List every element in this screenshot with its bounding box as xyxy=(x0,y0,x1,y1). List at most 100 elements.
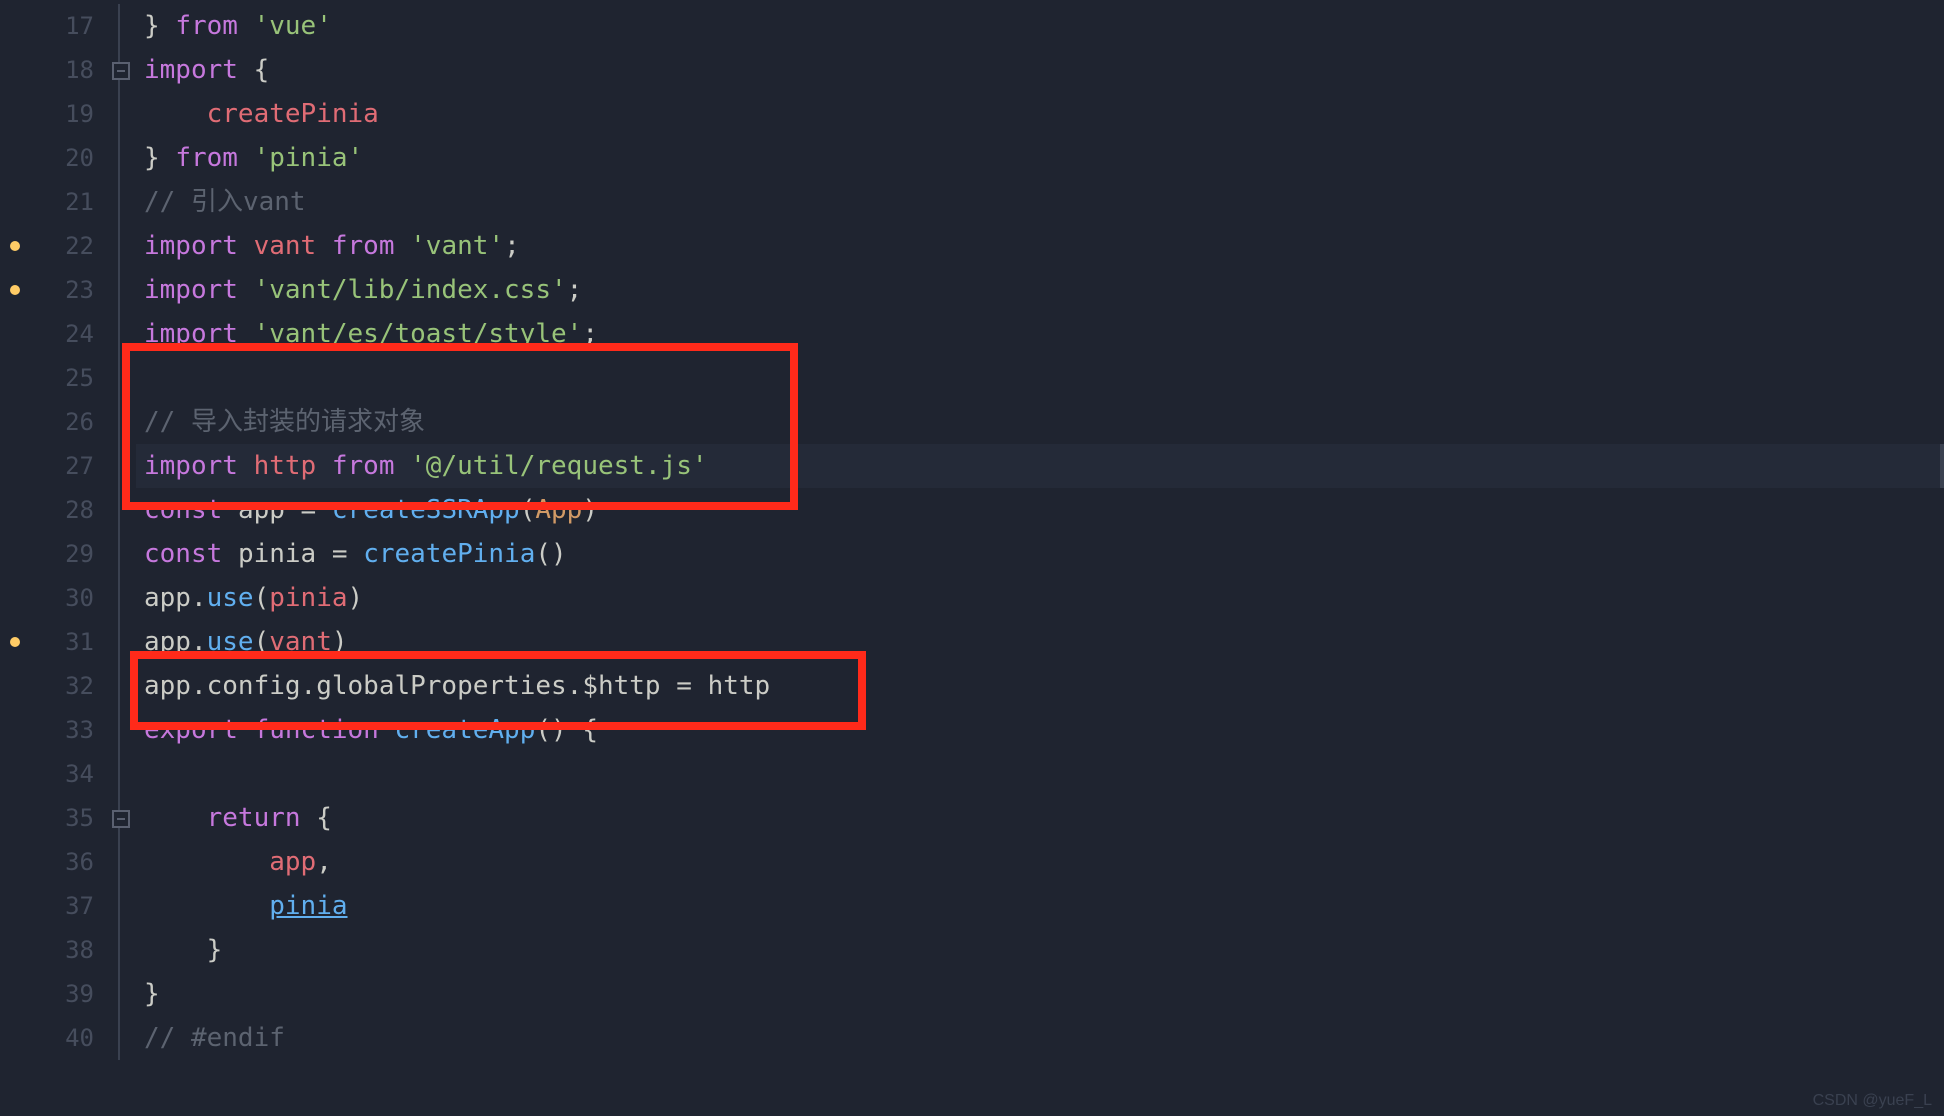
code-token: $http xyxy=(582,671,660,701)
watermark: CSDN @yueF_L xyxy=(1813,1092,1932,1110)
code-line[interactable]: app.use(pinia) xyxy=(136,576,1944,620)
code-line[interactable] xyxy=(136,752,1944,796)
code-line[interactable]: app, xyxy=(136,840,1944,884)
code-token xyxy=(238,143,254,173)
code-token xyxy=(238,231,254,261)
fold-cell xyxy=(112,1016,136,1060)
code-line[interactable]: // #endif xyxy=(136,1016,1944,1060)
line-number: 30 xyxy=(32,576,112,620)
fold-cell xyxy=(112,488,136,532)
code-token xyxy=(238,275,254,305)
code-line[interactable]: const pinia = createPinia() xyxy=(136,532,1944,576)
code-line[interactable]: return { xyxy=(136,796,1944,840)
code-token: . xyxy=(191,671,207,701)
code-token: () { xyxy=(535,715,598,745)
code-line[interactable]: } xyxy=(136,928,1944,972)
code-line[interactable]: import http from '@/util/request.js' xyxy=(136,444,1944,488)
code-token: // #endif xyxy=(144,1023,285,1053)
code-line[interactable]: import 'vant/lib/index.css'; xyxy=(136,268,1944,312)
code-token: pinia xyxy=(238,539,316,569)
code-token: createPinia xyxy=(207,99,379,129)
code-token xyxy=(316,231,332,261)
fold-cell xyxy=(112,136,136,180)
code-token xyxy=(238,715,254,745)
code-token: import xyxy=(144,275,238,305)
code-line[interactable]: createPinia xyxy=(136,92,1944,136)
code-line[interactable]: app.use(vant) xyxy=(136,620,1944,664)
line-number: 26 xyxy=(32,400,112,444)
code-editor[interactable]: 1718192021222324252627282930313233343536… xyxy=(0,0,1944,1116)
code-token: createApp xyxy=(394,715,535,745)
code-token: ) xyxy=(348,583,364,613)
code-token xyxy=(238,319,254,349)
code-token: import xyxy=(144,319,238,349)
code-line[interactable]: import 'vant/es/toast/style'; xyxy=(136,312,1944,356)
fold-cell xyxy=(112,224,136,268)
code-token: pinia xyxy=(269,583,347,613)
code-token: ( xyxy=(520,495,536,525)
code-token: () xyxy=(535,539,566,569)
code-line[interactable]: export function createApp() { xyxy=(136,708,1944,752)
code-line[interactable]: pinia xyxy=(136,884,1944,928)
code-token: const xyxy=(144,539,222,569)
code-line[interactable]: // 引入vant xyxy=(136,180,1944,224)
code-token: } xyxy=(144,11,175,41)
code-token xyxy=(144,99,207,129)
line-number: 31 xyxy=(32,620,112,664)
code-line[interactable]: } from 'vue' xyxy=(136,4,1944,48)
code-token: import xyxy=(144,451,238,481)
fold-cell xyxy=(112,444,136,488)
fold-cell xyxy=(112,48,136,92)
code-token: App xyxy=(535,495,582,525)
code-token: . xyxy=(191,583,207,613)
code-token xyxy=(238,451,254,481)
line-number: 18 xyxy=(32,48,112,92)
fold-toggle-icon[interactable] xyxy=(112,62,130,80)
code-token: { xyxy=(301,803,332,833)
code-line[interactable]: app.config.globalProperties.$http = http xyxy=(136,664,1944,708)
code-token: vant xyxy=(254,231,317,261)
code-token: ; xyxy=(582,319,598,349)
line-number: 27 xyxy=(32,444,112,488)
code-line[interactable]: import vant from 'vant'; xyxy=(136,224,1944,268)
fold-toggle-icon[interactable] xyxy=(112,810,130,828)
code-token: createSSRApp xyxy=(332,495,520,525)
line-number: 33 xyxy=(32,708,112,752)
fold-cell xyxy=(112,884,136,928)
code-line[interactable] xyxy=(136,356,1944,400)
code-token: import xyxy=(144,55,238,85)
line-number: 34 xyxy=(32,752,112,796)
code-line[interactable]: // 导入封装的请求对象 xyxy=(136,400,1944,444)
code-token xyxy=(316,451,332,481)
code-token: 'vue' xyxy=(254,11,332,41)
code-line[interactable]: import { xyxy=(136,48,1944,92)
change-marker-icon xyxy=(10,637,20,647)
code-token: } xyxy=(144,979,160,1009)
code-line[interactable]: } xyxy=(136,972,1944,1016)
code-token: from xyxy=(332,231,395,261)
fold-cell xyxy=(112,180,136,224)
line-number: 24 xyxy=(32,312,112,356)
fold-cell xyxy=(112,576,136,620)
code-token: http xyxy=(254,451,317,481)
code-token: app xyxy=(144,627,191,657)
code-line[interactable]: const app = createSSRApp(App) xyxy=(136,488,1944,532)
code-token: createPinia xyxy=(363,539,535,569)
fold-cell xyxy=(112,840,136,884)
line-number: 21 xyxy=(32,180,112,224)
line-number: 25 xyxy=(32,356,112,400)
fold-cell xyxy=(112,356,136,400)
code-token: ( xyxy=(254,583,270,613)
code-token: ; xyxy=(504,231,520,261)
code-token xyxy=(144,891,269,921)
code-token: // 导入封装的请求对象 xyxy=(144,407,425,437)
code-token: ; xyxy=(567,275,583,305)
fold-cell xyxy=(112,400,136,444)
line-number: 40 xyxy=(32,1016,112,1060)
code-token: app xyxy=(144,583,191,613)
code-token: config xyxy=(207,671,301,701)
code-line[interactable]: } from 'pinia' xyxy=(136,136,1944,180)
line-number: 38 xyxy=(32,928,112,972)
code-token xyxy=(222,539,238,569)
code-area[interactable]: } from 'vue'import { createPinia} from '… xyxy=(136,0,1944,1116)
